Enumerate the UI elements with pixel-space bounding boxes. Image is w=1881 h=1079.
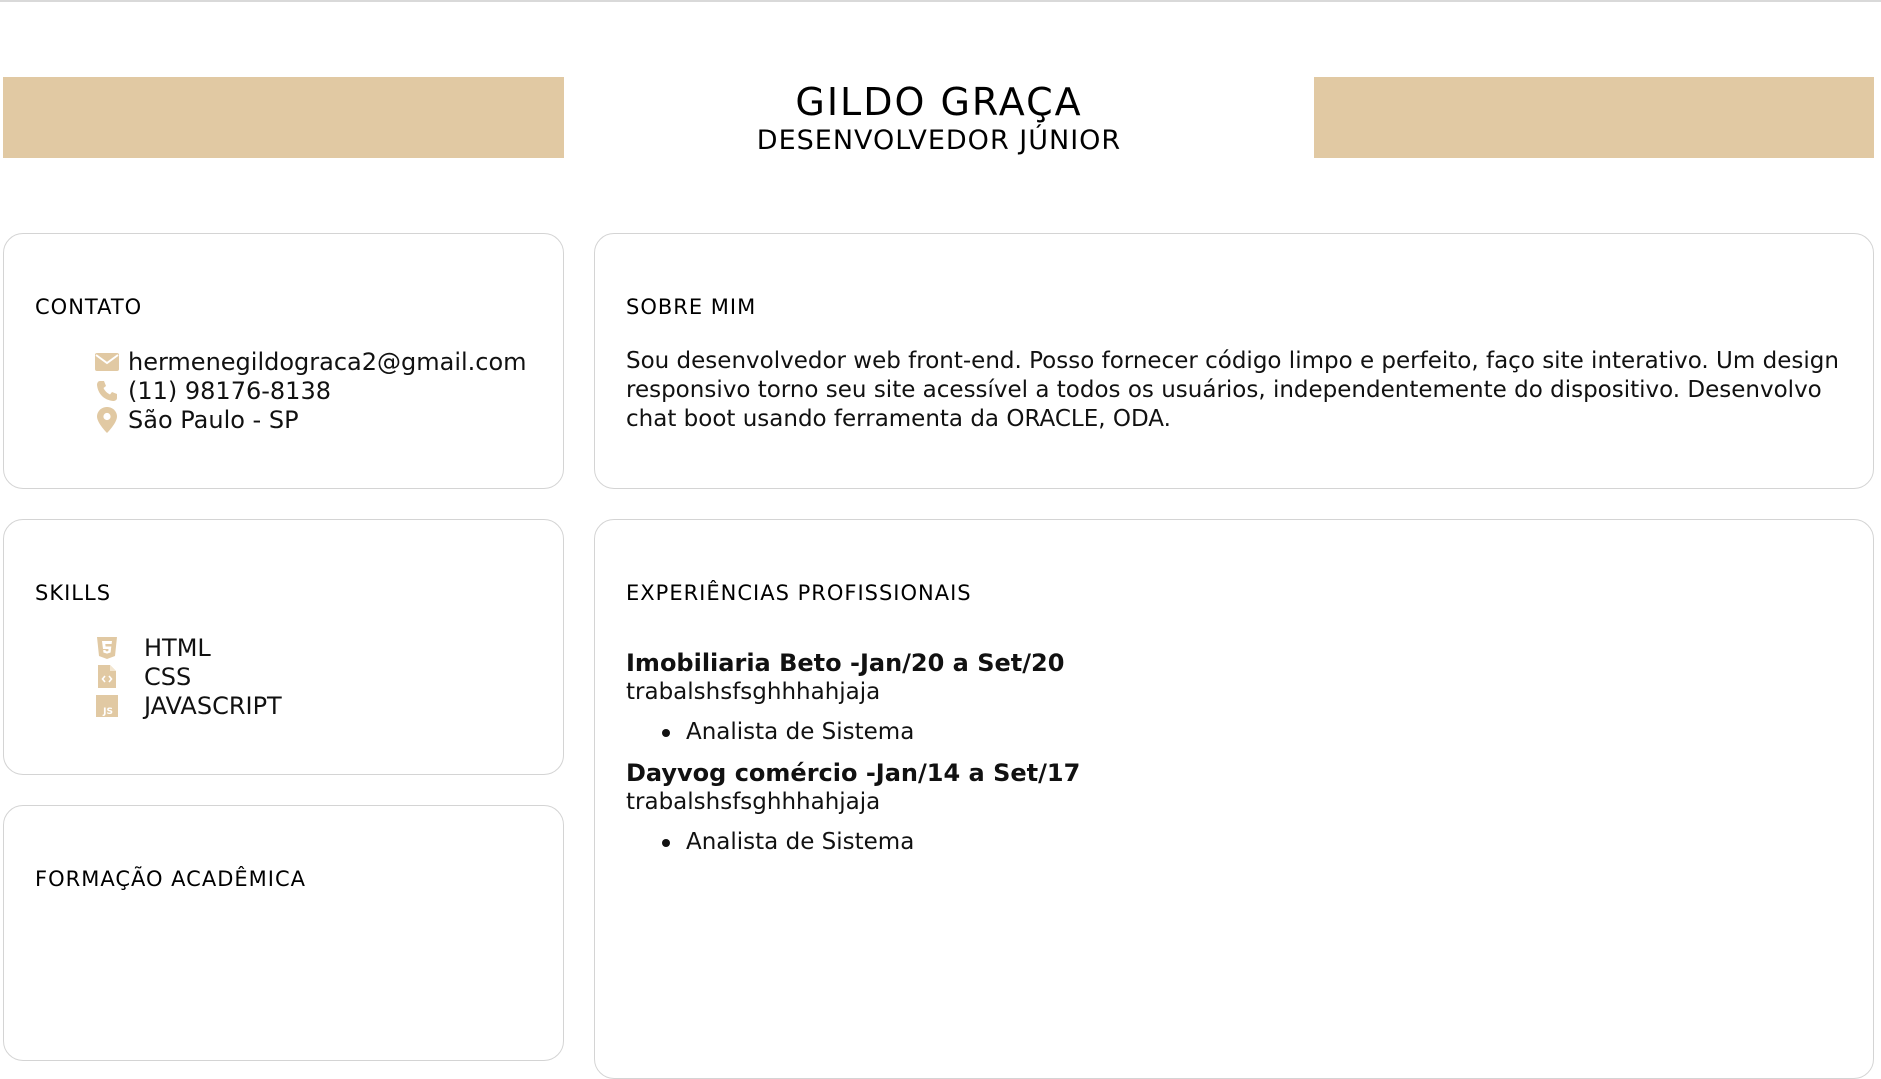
css-file-icon: [94, 664, 120, 690]
job-role: Analista de Sistema: [661, 718, 1080, 747]
experience-list: Imobiliaria Beto -Jan/20 a Set/20 trabal…: [626, 649, 1080, 869]
experience-item: Imobiliaria Beto -Jan/20 a Set/20 trabal…: [626, 649, 1080, 747]
education-card: FORMAÇÃO ACADÊMICA: [3, 805, 564, 1061]
job-description: trabalshsfsghhhahjaja: [626, 789, 881, 815]
experience-item: Dayvog comércio -Jan/14 a Set/17 trabals…: [626, 759, 1080, 857]
header-accent-band-right: [1314, 77, 1874, 158]
header-role: DESENVOLVEDOR JÚNIOR: [756, 125, 1122, 156]
job-title: Dayvog comércio -Jan/14 a Set/17: [626, 759, 1081, 787]
skills-card: SKILLS HTML CSS JS JAVASCRIPT: [3, 519, 564, 775]
job-role: Analista de Sistema: [661, 828, 1080, 857]
skill-label-html: HTML: [144, 633, 211, 662]
job-roles-list: Analista de Sistema: [626, 828, 1080, 857]
contact-location: São Paulo - SP: [128, 405, 299, 434]
experience-title: EXPERIÊNCIAS PROFISSIONAIS: [626, 581, 972, 605]
job-roles-list: Analista de Sistema: [626, 718, 1080, 747]
js-icon: JS: [94, 693, 120, 719]
job-title: Imobiliaria Beto -Jan/20 a Set/20: [626, 649, 1065, 677]
skill-item-css: CSS: [94, 662, 282, 691]
header-name: GILDO GRAÇA: [795, 80, 1083, 124]
contact-phone[interactable]: (11) 98176-8138: [128, 377, 331, 405]
envelope-icon: [94, 349, 120, 375]
svg-text:JS: JS: [102, 707, 113, 717]
skill-label-javascript: JAVASCRIPT: [144, 691, 282, 720]
contact-card: CONTATO hermenegildograca2@gmail.com (11…: [3, 233, 564, 489]
contact-phone-row: (11) 98176-8138: [94, 376, 527, 405]
skill-item-javascript: JS JAVASCRIPT: [94, 691, 282, 720]
contact-email-row: hermenegildograca2@gmail.com: [94, 347, 527, 376]
html5-icon: [94, 635, 120, 661]
header-accent-band-left: [3, 77, 564, 158]
skills-title: SKILLS: [35, 581, 112, 605]
about-title: SOBRE MIM: [626, 295, 757, 319]
experience-card: EXPERIÊNCIAS PROFISSIONAIS Imobiliaria B…: [594, 519, 1874, 1079]
contact-list: hermenegildograca2@gmail.com (11) 98176-…: [94, 347, 527, 434]
contact-title: CONTATO: [35, 295, 143, 319]
phone-icon: [94, 378, 120, 404]
job-description: trabalshsfsghhhahjaja: [626, 679, 881, 705]
education-title: FORMAÇÃO ACADÊMICA: [35, 867, 306, 891]
contact-email[interactable]: hermenegildograca2@gmail.com: [128, 348, 527, 376]
contact-location-row: São Paulo - SP: [94, 405, 527, 434]
skill-label-css: CSS: [144, 662, 192, 691]
about-card: SOBRE MIM Sou desenvolvedor web front-en…: [594, 233, 1874, 489]
top-border-line: [0, 0, 1881, 2]
skill-item-html: HTML: [94, 633, 282, 662]
map-marker-icon: [94, 406, 120, 433]
about-text: Sou desenvolvedor web front-end. Posso f…: [626, 348, 1839, 432]
skills-list: HTML CSS JS JAVASCRIPT: [94, 633, 282, 720]
